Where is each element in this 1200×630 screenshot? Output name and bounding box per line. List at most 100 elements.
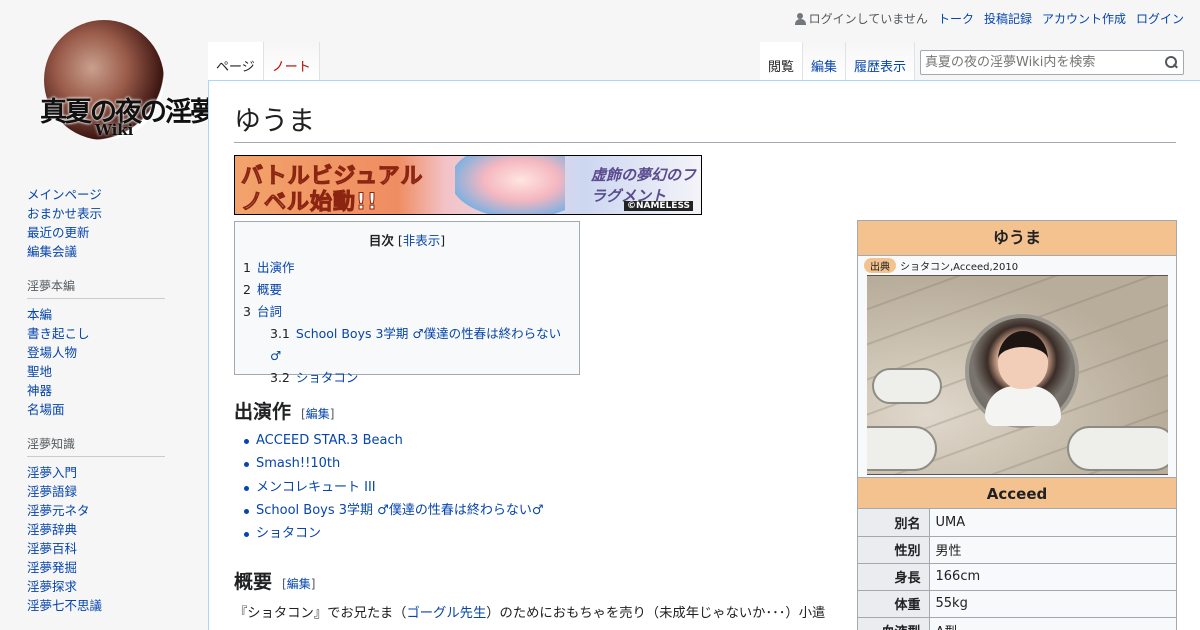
table-row: 性別 男性 <box>858 536 1176 564</box>
sidebar-item[interactable]: 淫夢七不思議 <box>27 598 102 613</box>
sidebar-item-recent-changes[interactable]: 最近の更新 <box>27 225 90 240</box>
goggle-sensei-link[interactable]: ゴーグル先生 <box>406 606 486 621</box>
works-list: ACCEED STAR.3 Beach Smash!!10th メンコレキュート… <box>242 429 543 545</box>
toc-item[interactable]: 2 概要 <box>243 279 571 301</box>
banner-brand: 虚飾の夢幻のフラグメント <box>591 166 697 205</box>
search-input[interactable] <box>921 51 1156 74</box>
row-key: 血液型 <box>858 617 930 630</box>
sidebar-heading: 淫夢知識 <box>27 435 165 457</box>
list-item: メンコレキュート III <box>242 476 543 499</box>
row-value: UMA <box>929 509 1176 537</box>
sidebar-item-main-page[interactable]: メインページ <box>27 187 102 202</box>
ad-banner[interactable]: バトルビジュアル ノベル始動!! 虚飾の夢幻のフラグメント ©NAMELESS <box>234 155 702 215</box>
logo-subtitle: Wiki <box>95 121 134 139</box>
sidebar-item[interactable]: 淫夢入門 <box>27 465 77 480</box>
toc-link[interactable]: ショタコン <box>296 370 359 385</box>
search-icon[interactable] <box>1165 56 1177 68</box>
table-row: 身長 166cm <box>858 563 1176 591</box>
toc-number: 3.1 <box>270 326 290 341</box>
sidebar-section-main-story: 淫夢本編 本編 書き起こし 登場人物 聖地 神器 名場面 <box>27 277 167 419</box>
tab-read[interactable]: 閲覧 <box>760 42 804 80</box>
site-logo[interactable]: 真夏の夜の淫夢 Wiki <box>40 18 217 143</box>
overview-text: 『ショタコン』でお兄たま（ <box>234 606 407 621</box>
toc-number: 3 <box>243 304 251 319</box>
sidebar-item[interactable]: 聖地 <box>27 364 52 379</box>
tab-edit[interactable]: 編集 <box>803 42 847 80</box>
sidebar-item[interactable]: 淫夢元ネタ <box>27 503 90 518</box>
edit-section-link[interactable]: 編集 <box>287 577 311 591</box>
sidebar-item-editorial-meeting[interactable]: 編集会議 <box>27 244 77 259</box>
sidebar-item[interactable]: 登場人物 <box>27 345 77 360</box>
sidebar-item[interactable]: 名場面 <box>27 402 65 417</box>
contributions-link[interactable]: 投稿記録 <box>984 10 1032 27</box>
row-key: 別名 <box>858 509 930 537</box>
overview-paragraph: 『ショタコン』でお兄たま（ゴーグル先生）のためにおもちゃを売り（未成年じゃないか… <box>234 603 866 625</box>
login-link[interactable]: ログイン <box>1136 10 1184 27</box>
sidebar: メインページ おまかせ表示 最近の更新 編集会議 淫夢本編 本編 書き起こし 登… <box>27 185 167 630</box>
photo-cloud <box>867 426 937 471</box>
table-row: 血液型A型 <box>858 617 1176 630</box>
sidebar-item[interactable]: 淫夢発掘 <box>27 560 77 575</box>
toc-link[interactable]: School Boys 3学期 ♂僕達の性春は終わらない♂ <box>270 326 561 363</box>
tab-history[interactable]: 履歴表示 <box>846 42 916 80</box>
main-content: ゆうま バトルビジュアル ノベル始動!! 虚飾の夢幻のフラグメント ©NAMEL… <box>208 80 1200 630</box>
page-title: ゆうま <box>234 99 1176 143</box>
photo-cloud <box>1067 426 1168 471</box>
tab-page[interactable]: ページ <box>208 42 264 80</box>
toc-title: 目次 <box>368 233 394 248</box>
toc-number: 1 <box>243 260 251 275</box>
sidebar-item[interactable]: 淫夢探求 <box>27 579 77 594</box>
toc-item[interactable]: 1 出演作 <box>243 257 571 279</box>
section-heading-overview: 概要 [編集] <box>234 567 315 594</box>
work-link[interactable]: ショタコン <box>256 526 321 541</box>
list-item: ショタコン <box>242 522 543 545</box>
personal-tools: ログインしていません トーク 投稿記録 アカウント作成 ログイン <box>794 10 1184 27</box>
source-text: ショタコン,Acceed,2010 <box>900 262 1019 273</box>
edit-bracket-close: ] <box>310 577 316 591</box>
toc-number: 2 <box>243 282 251 297</box>
sidebar-item[interactable]: 本編 <box>27 307 52 322</box>
toc-item[interactable]: 3.1 School Boys 3学期 ♂僕達の性春は終わらない♂ <box>243 323 571 367</box>
toc-bracket-close: ] <box>440 233 446 248</box>
tab-note[interactable]: ノート <box>263 42 320 80</box>
create-account-link[interactable]: アカウント作成 <box>1042 10 1126 27</box>
table-row: 体重 55kg <box>858 590 1176 618</box>
toc-toggle[interactable]: 非表示 <box>403 233 441 248</box>
toc-link[interactable]: 出演作 <box>257 260 295 275</box>
infobox-table: 別名UMA 性別男性 身長166cm 体重55kg 血液型A型 <box>858 509 1176 630</box>
sidebar-heading: 淫夢本編 <box>27 277 165 299</box>
sidebar-item[interactable]: 書き起こし <box>27 326 90 341</box>
sidebar-item[interactable]: 淫夢辞典 <box>27 522 77 537</box>
toc-link[interactable]: 概要 <box>257 282 282 297</box>
banner-line2: ノベル始動!! <box>240 190 379 215</box>
work-link[interactable]: ACCEED STAR.3 Beach <box>256 433 403 448</box>
talk-link[interactable]: トーク <box>938 10 974 27</box>
toc-item[interactable]: 3 台詞 <box>243 301 571 323</box>
edit-section: [編集] <box>301 407 334 421</box>
edit-section-link[interactable]: 編集 <box>306 407 330 421</box>
table-of-contents: 目次 [非表示] 1 出演作 2 概要 3 台詞 3.1 School Boys 3学期… <box>234 221 580 385</box>
work-link[interactable]: School Boys 3学期 ♂僕達の性春は終わらない♂ <box>256 503 543 518</box>
section-heading-text: 概要 <box>234 571 273 593</box>
overview-text: ）のためにおもちゃを売り（未成年じゃないか･･･）小遣 <box>486 606 826 621</box>
list-item: School Boys 3学期 ♂僕達の性春は終わらない♂ <box>242 499 543 522</box>
sidebar-item-random[interactable]: おまかせ表示 <box>27 206 102 221</box>
work-link[interactable]: Smash!!10th <box>256 456 340 471</box>
namespace-tabs: ページ ノート <box>208 42 320 80</box>
row-key: 性別 <box>858 536 930 564</box>
row-value: A型 <box>929 617 1176 630</box>
infobox-title: ゆうま <box>858 221 1176 256</box>
sidebar-item[interactable]: 淫夢語録 <box>27 484 77 499</box>
row-value: 男性 <box>929 536 1176 564</box>
profile-photo[interactable] <box>867 275 1168 475</box>
toc-link[interactable]: 台詞 <box>257 304 282 319</box>
sidebar-item[interactable]: 神器 <box>27 383 52 398</box>
sidebar-item[interactable]: 淫夢百科 <box>27 541 77 556</box>
photo-face <box>998 331 1048 389</box>
login-status-text: ログインしていません <box>808 12 928 26</box>
row-key: 体重 <box>858 590 930 618</box>
toc-item[interactable]: 3.2 ショタコン <box>243 367 571 389</box>
toc-number: 3.2 <box>270 370 290 385</box>
row-value: 166cm <box>929 563 1176 591</box>
work-link[interactable]: メンコレキュート III <box>256 480 376 495</box>
